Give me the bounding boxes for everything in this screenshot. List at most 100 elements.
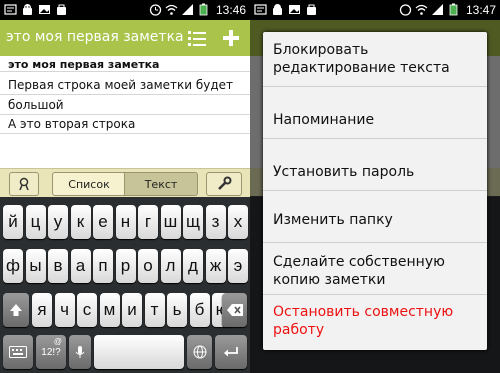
status-time: 13:47: [465, 3, 496, 17]
phone-screen-menu: 13:47 Блокировать редактирование текста …: [250, 0, 500, 373]
signal-icon: [181, 3, 194, 16]
image-icon: [288, 3, 301, 16]
menu-item-label: Изменить папку: [273, 212, 393, 228]
key-м[interactable]: м: [99, 293, 120, 327]
menu-item-stop-collaboration[interactable]: Остановить совместную работу: [263, 294, 487, 350]
menu-item-copy-note[interactable]: Сделайте собственную копию заметки: [263, 242, 487, 295]
microphone-icon: [75, 346, 85, 358]
key-х[interactable]: х: [228, 205, 248, 239]
menu-item-reminder[interactable]: Напоминание: [263, 86, 487, 139]
divider: [0, 71, 250, 72]
battery-icon: [447, 3, 460, 16]
note-title[interactable]: это моя первая заметка: [6, 29, 184, 45]
note-line-2: большой: [8, 98, 64, 112]
key-г[interactable]: г: [138, 205, 158, 239]
space-key[interactable]: [94, 335, 184, 369]
android-icon: [271, 3, 284, 16]
note-line-1: Первая строка моей заметки будет: [8, 78, 234, 92]
add-note-button[interactable]: [216, 23, 246, 53]
note-heading: это моя первая заметка: [8, 58, 160, 71]
language-key[interactable]: [187, 335, 212, 369]
menu-item-label: Блокировать редактирование текста: [273, 42, 450, 76]
note-line-3: А это вторая строка: [8, 117, 136, 131]
keyboard-settings-key[interactable]: [3, 335, 33, 369]
voice-input-key[interactable]: [69, 335, 91, 369]
key-з[interactable]: з: [205, 205, 226, 239]
onscreen-keyboard: йцукенгшщзхфывапролджэячсмитьбю@12!?: [0, 197, 250, 373]
key-в[interactable]: в: [48, 249, 68, 283]
tab-list[interactable]: Список: [52, 172, 126, 196]
key-ж[interactable]: ж: [205, 249, 226, 283]
key-б[interactable]: б: [189, 293, 210, 327]
key-ч[interactable]: ч: [54, 293, 75, 327]
status-time: 13:46: [215, 3, 246, 17]
key-е[interactable]: е: [93, 205, 113, 239]
bag-icon: [55, 3, 68, 16]
status-bar: 13:46: [0, 0, 250, 20]
key-т[interactable]: т: [144, 293, 165, 327]
enter-key[interactable]: [215, 335, 247, 369]
key-н[interactable]: н: [115, 205, 136, 239]
paperclip-icon: [19, 177, 29, 191]
key-ц[interactable]: ц: [25, 205, 46, 239]
key-п[interactable]: п: [93, 249, 113, 283]
key-р[interactable]: р: [115, 249, 136, 283]
attachment-button[interactable]: [9, 172, 39, 196]
menu-item-lock-editing[interactable]: Блокировать редактирование текста: [263, 32, 487, 87]
plus-icon: [223, 30, 239, 46]
tab-text[interactable]: Текст: [124, 172, 198, 196]
divider: [0, 94, 250, 95]
globe-icon: [193, 345, 206, 359]
menu-item-label: Сделайте собственную копию заметки: [273, 254, 445, 288]
wrench-icon: [218, 176, 232, 190]
mode-bar: Список Текст: [0, 168, 250, 197]
menu-item-label: Напоминание: [273, 112, 375, 128]
menu-item-label: Установить пароль: [273, 164, 415, 180]
key-д[interactable]: д: [183, 249, 203, 283]
status-bar: 13:47: [250, 0, 500, 20]
shift-key[interactable]: [3, 293, 29, 327]
symbols-label: 12!?: [41, 346, 61, 358]
settings-button[interactable]: [206, 172, 242, 196]
shift-icon: [10, 304, 22, 316]
menu-item-set-password[interactable]: Установить пароль: [263, 138, 487, 191]
backspace-icon: [226, 304, 243, 316]
phone-screen-editor: 13:46 это моя первая заметка это моя пер…: [0, 0, 250, 373]
key-э[interactable]: э: [228, 249, 248, 283]
key-ф[interactable]: ф: [3, 249, 23, 283]
key-к[interactable]: к: [70, 205, 91, 239]
symbols-sub-label: @: [53, 337, 62, 346]
divider: [0, 114, 250, 115]
key-я[interactable]: я: [32, 293, 52, 327]
key-и[interactable]: и: [122, 293, 142, 327]
checklist-button[interactable]: [182, 23, 212, 53]
menu-item-change-folder[interactable]: Изменить папку: [263, 190, 487, 243]
alarm-icon: [149, 3, 162, 16]
backspace-key[interactable]: [222, 293, 247, 327]
notification-icon: [254, 3, 267, 16]
key-ь[interactable]: ь: [167, 293, 187, 327]
key-с[interactable]: с: [77, 293, 97, 327]
key-щ[interactable]: щ: [183, 205, 203, 239]
key-ш[interactable]: ш: [160, 205, 181, 239]
battery-icon: [197, 3, 210, 16]
wifi-icon: [165, 3, 178, 16]
key-л[interactable]: л: [160, 249, 181, 283]
notification-icon: [4, 3, 17, 16]
signal-icon: [431, 3, 444, 16]
android-icon: [21, 3, 34, 16]
keyboard-icon: [9, 346, 27, 358]
key-о[interactable]: о: [138, 249, 158, 283]
symbols-key[interactable]: @12!?: [36, 335, 66, 369]
key-й[interactable]: й: [3, 205, 23, 239]
key-ы[interactable]: ы: [25, 249, 46, 283]
list-icon: [188, 31, 206, 46]
title-bar: это моя первая заметка: [0, 20, 250, 56]
enter-icon: [224, 347, 238, 357]
alarm-icon: [399, 3, 412, 16]
note-editor[interactable]: это моя первая заметка Первая строка мое…: [0, 56, 250, 168]
key-у[interactable]: у: [48, 205, 68, 239]
wifi-icon: [415, 3, 428, 16]
key-а[interactable]: а: [70, 249, 91, 283]
options-menu: Блокировать редактирование текста Напоми…: [263, 32, 487, 350]
